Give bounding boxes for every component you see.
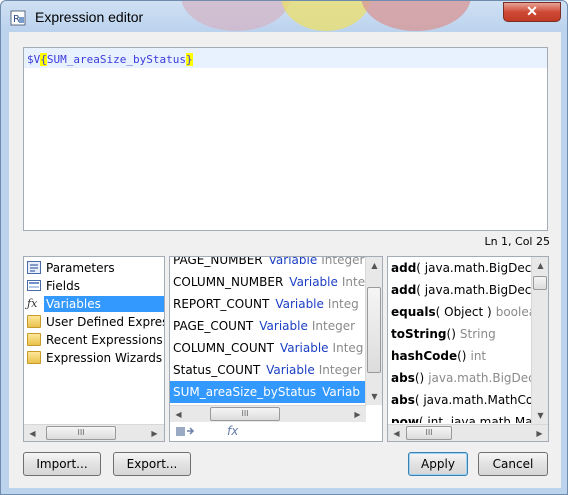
scroll-right-arrow[interactable]: ▶ <box>349 406 366 423</box>
function-list[interactable]: add( java.math.BigDeci add( java.math.Bi… <box>387 256 549 442</box>
category-label: Fields <box>46 279 80 293</box>
category-label: User Defined Express <box>46 315 165 329</box>
scroll-thumb[interactable] <box>367 287 381 373</box>
horizontal-scrollbar[interactable]: ◀ III ▶ <box>170 405 366 422</box>
scroll-right-arrow[interactable]: ▶ <box>531 425 548 441</box>
list-item[interactable]: COLUMN_NUMBER Variable Inte <box>170 271 366 293</box>
scroll-down-arrow[interactable]: ▼ <box>532 407 548 424</box>
scroll-up-arrow[interactable]: ▲ <box>366 257 382 274</box>
import-button[interactable]: Import... <box>23 452 101 476</box>
parameters-icon <box>27 261 41 274</box>
title-bar[interactable]: R Expression editor ✕ <box>1 1 567 33</box>
list-item[interactable]: REPORT_COUNT Variable Integ <box>170 293 366 315</box>
apply-button[interactable]: Apply <box>408 452 468 476</box>
list-item[interactable]: add( java.math.BigDeci <box>388 279 535 301</box>
category-fields[interactable]: Fields <box>24 277 164 295</box>
category-label: Recent Expressions <box>46 333 163 347</box>
fields-icon <box>27 280 41 291</box>
folder-icon <box>27 315 41 328</box>
svg-text:R: R <box>13 14 20 25</box>
list-item[interactable]: abs( java.math.MathCo <box>388 389 533 411</box>
scroll-thumb[interactable]: III <box>210 407 280 421</box>
scroll-up-arrow[interactable]: ▲ <box>532 257 548 274</box>
list-item[interactable]: PAGE_COUNT Variable Integer <box>170 315 366 337</box>
list-item[interactable]: Status_COUNT Variable Integer <box>170 359 366 381</box>
vertical-scrollbar[interactable]: ▲ ▼ <box>365 257 382 405</box>
scroll-thumb[interactable]: III <box>46 426 116 440</box>
dialog-body: $V{SUM_areaSize_byStatus} Ln 1, Col 25 P… <box>9 32 561 488</box>
scroll-left-arrow[interactable]: ◀ <box>24 425 41 441</box>
cursor-position-status: Ln 1, Col 25 <box>484 235 550 248</box>
category-label: Variables <box>44 296 164 312</box>
folder-icon <box>27 333 41 346</box>
scroll-thumb[interactable] <box>533 276 547 290</box>
category-recent-expressions[interactable]: Recent Expressions <box>24 331 164 349</box>
category-label: Parameters <box>46 261 115 275</box>
category-variables[interactable]: ƒx Variables <box>24 295 164 313</box>
list-item-selected[interactable]: SUM_areaSize_byStatus Variab <box>170 381 366 403</box>
horizontal-scrollbar[interactable]: ◀ III ▶ <box>24 424 164 441</box>
list-item[interactable]: add( java.math.BigDeci <box>388 257 535 279</box>
scroll-left-arrow[interactable]: ◀ <box>388 425 405 441</box>
scroll-right-arrow[interactable]: ▶ <box>146 425 163 441</box>
cancel-button[interactable]: Cancel <box>478 452 548 476</box>
category-expression-wizards[interactable]: Expression Wizards <box>24 349 164 367</box>
list-item[interactable]: COLUMN_COUNT Variable Integ <box>170 337 366 359</box>
list-item[interactable]: abs() java.math.BigDec <box>388 367 535 389</box>
scroll-left-arrow[interactable]: ◀ <box>170 406 187 423</box>
expression-editor-window: R Expression editor ✕ $V{SUM_areaSize_by… <box>0 0 568 495</box>
scroll-thumb[interactable]: III <box>406 426 452 440</box>
list-item[interactable]: hashCode() int <box>388 345 532 367</box>
vertical-scrollbar[interactable]: ▲ ▼ <box>531 257 548 424</box>
open-brace: { <box>40 53 47 66</box>
expression-text-area[interactable]: $V{SUM_areaSize_byStatus} <box>23 47 548 231</box>
list-item[interactable]: PAGE_NUMBER Variable Integer <box>170 257 366 271</box>
fx-tool-icon[interactable]: fx <box>227 424 238 438</box>
app-icon: R <box>10 10 26 26</box>
variable-tools: fx <box>173 423 253 441</box>
list-item[interactable]: equals( Object ) boolea <box>388 301 536 323</box>
folder-icon <box>27 351 41 364</box>
list-item[interactable]: pow( int, java.math.Ma <box>388 411 532 423</box>
export-button[interactable]: Export... <box>113 452 191 476</box>
category-user-defined[interactable]: User Defined Express <box>24 313 164 331</box>
window-title: Expression editor <box>35 9 144 25</box>
category-list[interactable]: Parameters Fields ƒx Variables User Defi… <box>23 256 165 442</box>
horizontal-scrollbar[interactable]: ◀ III ▶ <box>388 424 548 441</box>
fx-icon: ƒx <box>27 297 38 310</box>
expression-line[interactable]: $V{SUM_areaSize_byStatus} <box>24 48 547 68</box>
variable-tool-icon[interactable] <box>175 425 197 439</box>
variable-list[interactable]: PAGE_NUMBER Variable Integer COLUMN_NUMBER… <box>169 256 383 442</box>
list-item[interactable]: toString() String <box>388 323 532 345</box>
category-label: Expression Wizards <box>46 351 163 365</box>
category-parameters[interactable]: Parameters <box>24 259 164 277</box>
expression-prefix: $V <box>27 53 41 66</box>
close-brace: } <box>185 53 193 66</box>
close-button[interactable]: ✕ <box>503 2 561 22</box>
expression-variable: SUM_areaSize_byStatus <box>46 53 186 66</box>
scroll-down-arrow[interactable]: ▼ <box>366 388 382 405</box>
